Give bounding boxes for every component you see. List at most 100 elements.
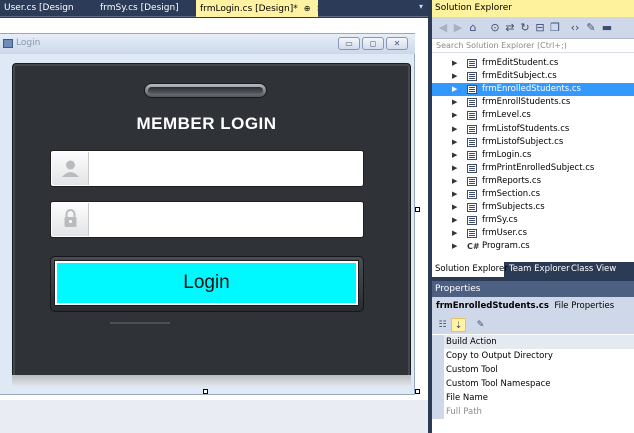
close-button[interactable]: ✕	[386, 37, 408, 50]
object-name: frmEnrolledStudents.cs	[436, 301, 549, 311]
back-icon[interactable]: ◀	[436, 20, 450, 36]
tree-item-label: frmEditStudent.cs	[482, 58, 559, 68]
doc-tab-frmlogin-design[interactable]: frmLogin.cs [Design]* ⊕ ✕	[196, 0, 318, 17]
doc-tab-frmsy-design[interactable]: frmSy.cs [Design]	[96, 0, 180, 17]
tab-team-explorer[interactable]: Team Explorer	[506, 262, 573, 277]
expand-arrow-icon[interactable]: ▶	[452, 188, 457, 201]
copy-icon[interactable]: ❐	[548, 20, 562, 36]
tree-item[interactable]: ▶ frmSy.cs	[432, 214, 634, 227]
property-row[interactable]: Build Action	[432, 335, 634, 349]
expand-arrow-icon[interactable]: ▶	[452, 123, 457, 136]
property-name: File Name	[446, 393, 489, 403]
tree-item-label: frmLevel.cs	[482, 110, 531, 121]
form-title-bar: Login ▭ ◻ ✕	[0, 34, 415, 54]
property-name: Custom Tool	[446, 365, 498, 375]
close-icon: ✕	[393, 39, 401, 48]
tree-item[interactable]: ▶ frmEditStudent.cs	[432, 57, 634, 70]
tree-item[interactable]: ▶ frmSubjects.cs	[432, 201, 634, 214]
home-icon[interactable]: ⌂	[466, 20, 480, 36]
collapse-all-icon[interactable]: ⊟	[533, 20, 547, 36]
forward-icon[interactable]: ▶	[451, 20, 465, 36]
tab-solution-explorer[interactable]: Solution Explorer	[432, 262, 508, 277]
view-code-icon[interactable]: ‹›	[568, 20, 582, 36]
password-field[interactable]	[50, 201, 364, 238]
tree-item[interactable]: ▶ frmLevel.cs	[432, 109, 634, 122]
resize-grip-corner[interactable]	[415, 389, 420, 394]
property-row[interactable]: File Name	[432, 391, 634, 405]
lock-icon	[52, 203, 89, 236]
property-gutter	[432, 349, 444, 363]
property-gutter	[432, 377, 444, 391]
tab-dropdown-icon[interactable]: ▾	[416, 2, 426, 14]
form-file-icon	[467, 150, 477, 160]
property-row[interactable]: Copy to Output Directory	[432, 349, 634, 363]
properties-icon[interactable]: ✎	[584, 20, 598, 36]
expand-arrow-icon[interactable]: ▶	[452, 83, 457, 96]
username-input[interactable]	[91, 152, 361, 185]
doc-tab-user-design[interactable]: User.cs [Design]*	[0, 0, 74, 17]
solution-search-input[interactable]: Search Solution Explorer (Ctrl+;)	[432, 39, 634, 53]
expand-arrow-icon[interactable]: ▶	[452, 162, 457, 175]
preview-icon[interactable]: ▬	[600, 20, 614, 36]
expand-arrow-icon[interactable]: ▶	[452, 57, 457, 70]
form-file-icon	[467, 85, 477, 95]
property-row[interactable]: Custom Tool Namespace	[432, 377, 634, 391]
property-gutter	[432, 405, 444, 419]
form-file-icon	[467, 190, 477, 199]
maximize-button[interactable]: ◻	[362, 37, 384, 50]
username-field[interactable]	[50, 150, 364, 187]
property-row[interactable]: Full Path	[432, 405, 634, 419]
tree-item[interactable]: ▶ frmLogin.cs	[432, 149, 634, 162]
hanger-handle-slot	[148, 87, 263, 94]
tree-item[interactable]: ▶ frmListofSubject.cs	[432, 136, 634, 149]
pending-changes-icon[interactable]: ⊙	[488, 20, 502, 36]
form-file-icon	[467, 176, 477, 186]
password-input[interactable]	[91, 203, 361, 236]
doc-tab-label: User.cs [Design]*	[4, 3, 74, 13]
property-name: Full Path	[446, 407, 482, 417]
properties-object-selector[interactable]: frmEnrolledStudents.cs File Properties	[432, 297, 634, 316]
expand-arrow-icon[interactable]: ▶	[452, 240, 457, 253]
tree-item[interactable]: ▶ frmEnrolledStudents.cs	[432, 83, 634, 97]
expand-arrow-icon[interactable]: ▶	[452, 227, 457, 240]
tree-item-label: frmReports.cs	[482, 175, 542, 186]
close-tab-icon[interactable]: ✕	[316, 0, 318, 17]
resize-grip-right[interactable]	[415, 207, 420, 212]
tree-item[interactable]: ▶ C# Program.cs	[432, 240, 634, 253]
sync-icon[interactable]: ⇄	[503, 20, 517, 36]
tree-item[interactable]: ▶ frmListofStudents.cs	[432, 123, 634, 136]
property-pages-icon[interactable]: ✎	[473, 318, 488, 332]
tree-item[interactable]: ▶ frmEditSubject.cs	[432, 70, 634, 83]
expand-arrow-icon[interactable]: ▶	[452, 175, 457, 188]
tab-class-view[interactable]: Class View	[568, 262, 619, 277]
form-file-icon	[467, 111, 477, 121]
tree-item-label: frmUser.cs	[482, 228, 528, 239]
tree-item-label: Program.cs	[482, 241, 530, 252]
expand-arrow-icon[interactable]: ▶	[452, 136, 457, 149]
tree-item[interactable]: ▶ frmReports.cs	[432, 175, 634, 188]
login-button[interactable]: Login	[54, 260, 359, 306]
property-gutter	[432, 391, 444, 405]
minimize-button[interactable]: ▭	[338, 37, 360, 50]
tree-item[interactable]: ▶ frmUser.cs	[432, 227, 634, 240]
tree-item-label: frmPrintEnrolledSubject.cs	[482, 162, 595, 173]
resize-grip-bottom[interactable]	[203, 389, 208, 394]
pin-icon[interactable]: ⊕	[304, 0, 311, 17]
categorized-icon[interactable]: ☷	[435, 318, 450, 332]
refresh-icon[interactable]: ↻	[518, 20, 532, 36]
form-file-icon	[467, 203, 477, 213]
expand-arrow-icon[interactable]: ▶	[452, 214, 457, 227]
expand-arrow-icon[interactable]: ▶	[452, 109, 457, 122]
property-row[interactable]: Custom Tool	[432, 363, 634, 377]
minimize-icon: ▭	[345, 39, 353, 48]
tree-item[interactable]: ▶ frmEnrollStudents.cs	[432, 96, 634, 109]
expand-arrow-icon[interactable]: ▶	[452, 149, 457, 162]
doc-tab-label: frmLogin.cs [Design]*	[200, 4, 298, 14]
expand-arrow-icon[interactable]: ▶	[452, 201, 457, 214]
property-gutter	[432, 363, 444, 377]
tree-item[interactable]: ▶ frmPrintEnrolledSubject.cs	[432, 162, 634, 175]
tree-item[interactable]: ▶ frmSection.cs	[432, 188, 634, 201]
alphabetical-icon[interactable]: ⇣	[451, 318, 466, 332]
expand-arrow-icon[interactable]: ▶	[452, 96, 457, 109]
expand-arrow-icon[interactable]: ▶	[452, 70, 457, 83]
